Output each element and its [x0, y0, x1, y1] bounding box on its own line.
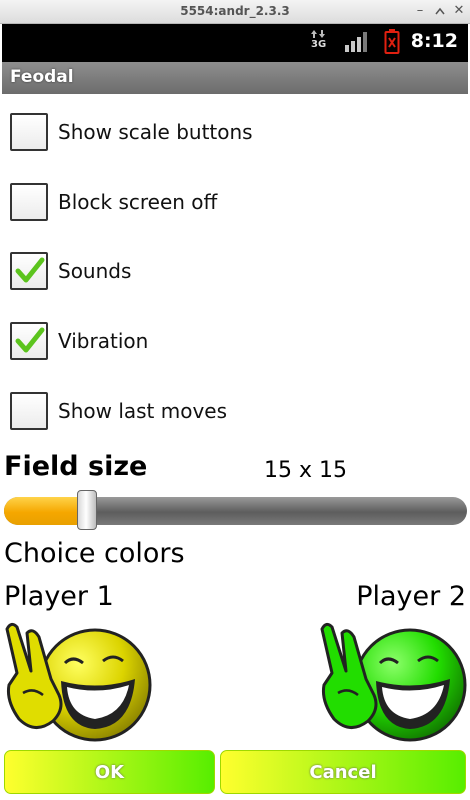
maximize-icon[interactable]	[432, 3, 448, 21]
cancel-button[interactable]: Cancel	[220, 750, 466, 794]
battery-icon	[384, 29, 400, 59]
player1-label: Player 1	[4, 581, 114, 612]
slider-thumb[interactable]	[77, 490, 98, 530]
ok-button[interactable]: OK	[4, 750, 215, 794]
app-title: Feodal	[10, 67, 74, 87]
show-scale-buttons-checkbox[interactable]	[10, 113, 48, 151]
player2-label: Player 2	[356, 581, 466, 612]
player2-color-smiley[interactable]	[318, 615, 468, 749]
show-last-moves-checkbox[interactable]	[10, 392, 48, 430]
field-size-title: Field size	[4, 451, 148, 482]
checkmark-icon	[15, 327, 45, 353]
status-clock: 8:12	[410, 30, 458, 52]
vibration-checkbox[interactable]	[10, 322, 48, 360]
close-icon[interactable]: ✕	[451, 3, 467, 19]
window-title-bar: 5554:andr_2.3.3 – ✕	[0, 0, 470, 24]
minimize-icon[interactable]: –	[412, 3, 428, 19]
network-label: 3G	[311, 39, 327, 50]
field-size-slider[interactable]	[4, 497, 467, 525]
data-3g-icon: 3G	[310, 29, 328, 59]
signal-icon	[344, 31, 368, 57]
checkbox-label: Show last moves	[58, 399, 228, 423]
checkbox-label: Vibration	[58, 329, 149, 353]
checkmark-icon	[15, 257, 45, 283]
block-screen-off-checkbox[interactable]	[10, 183, 48, 221]
player1-color-smiley[interactable]	[3, 615, 153, 749]
choice-colors-title: Choice colors	[4, 538, 185, 569]
field-size-value: 15 x 15	[264, 458, 347, 483]
sounds-checkbox[interactable]	[10, 252, 48, 290]
checkbox-label: Show scale buttons	[58, 120, 253, 144]
checkbox-label: Sounds	[58, 259, 132, 283]
window-title: 5554:andr_2.3.3	[180, 4, 290, 18]
checkbox-label: Block screen off	[58, 190, 218, 214]
slider-fill	[4, 497, 88, 525]
app-title-bar: Feodal	[2, 62, 468, 94]
status-bar: 3G 8:12	[2, 24, 468, 62]
